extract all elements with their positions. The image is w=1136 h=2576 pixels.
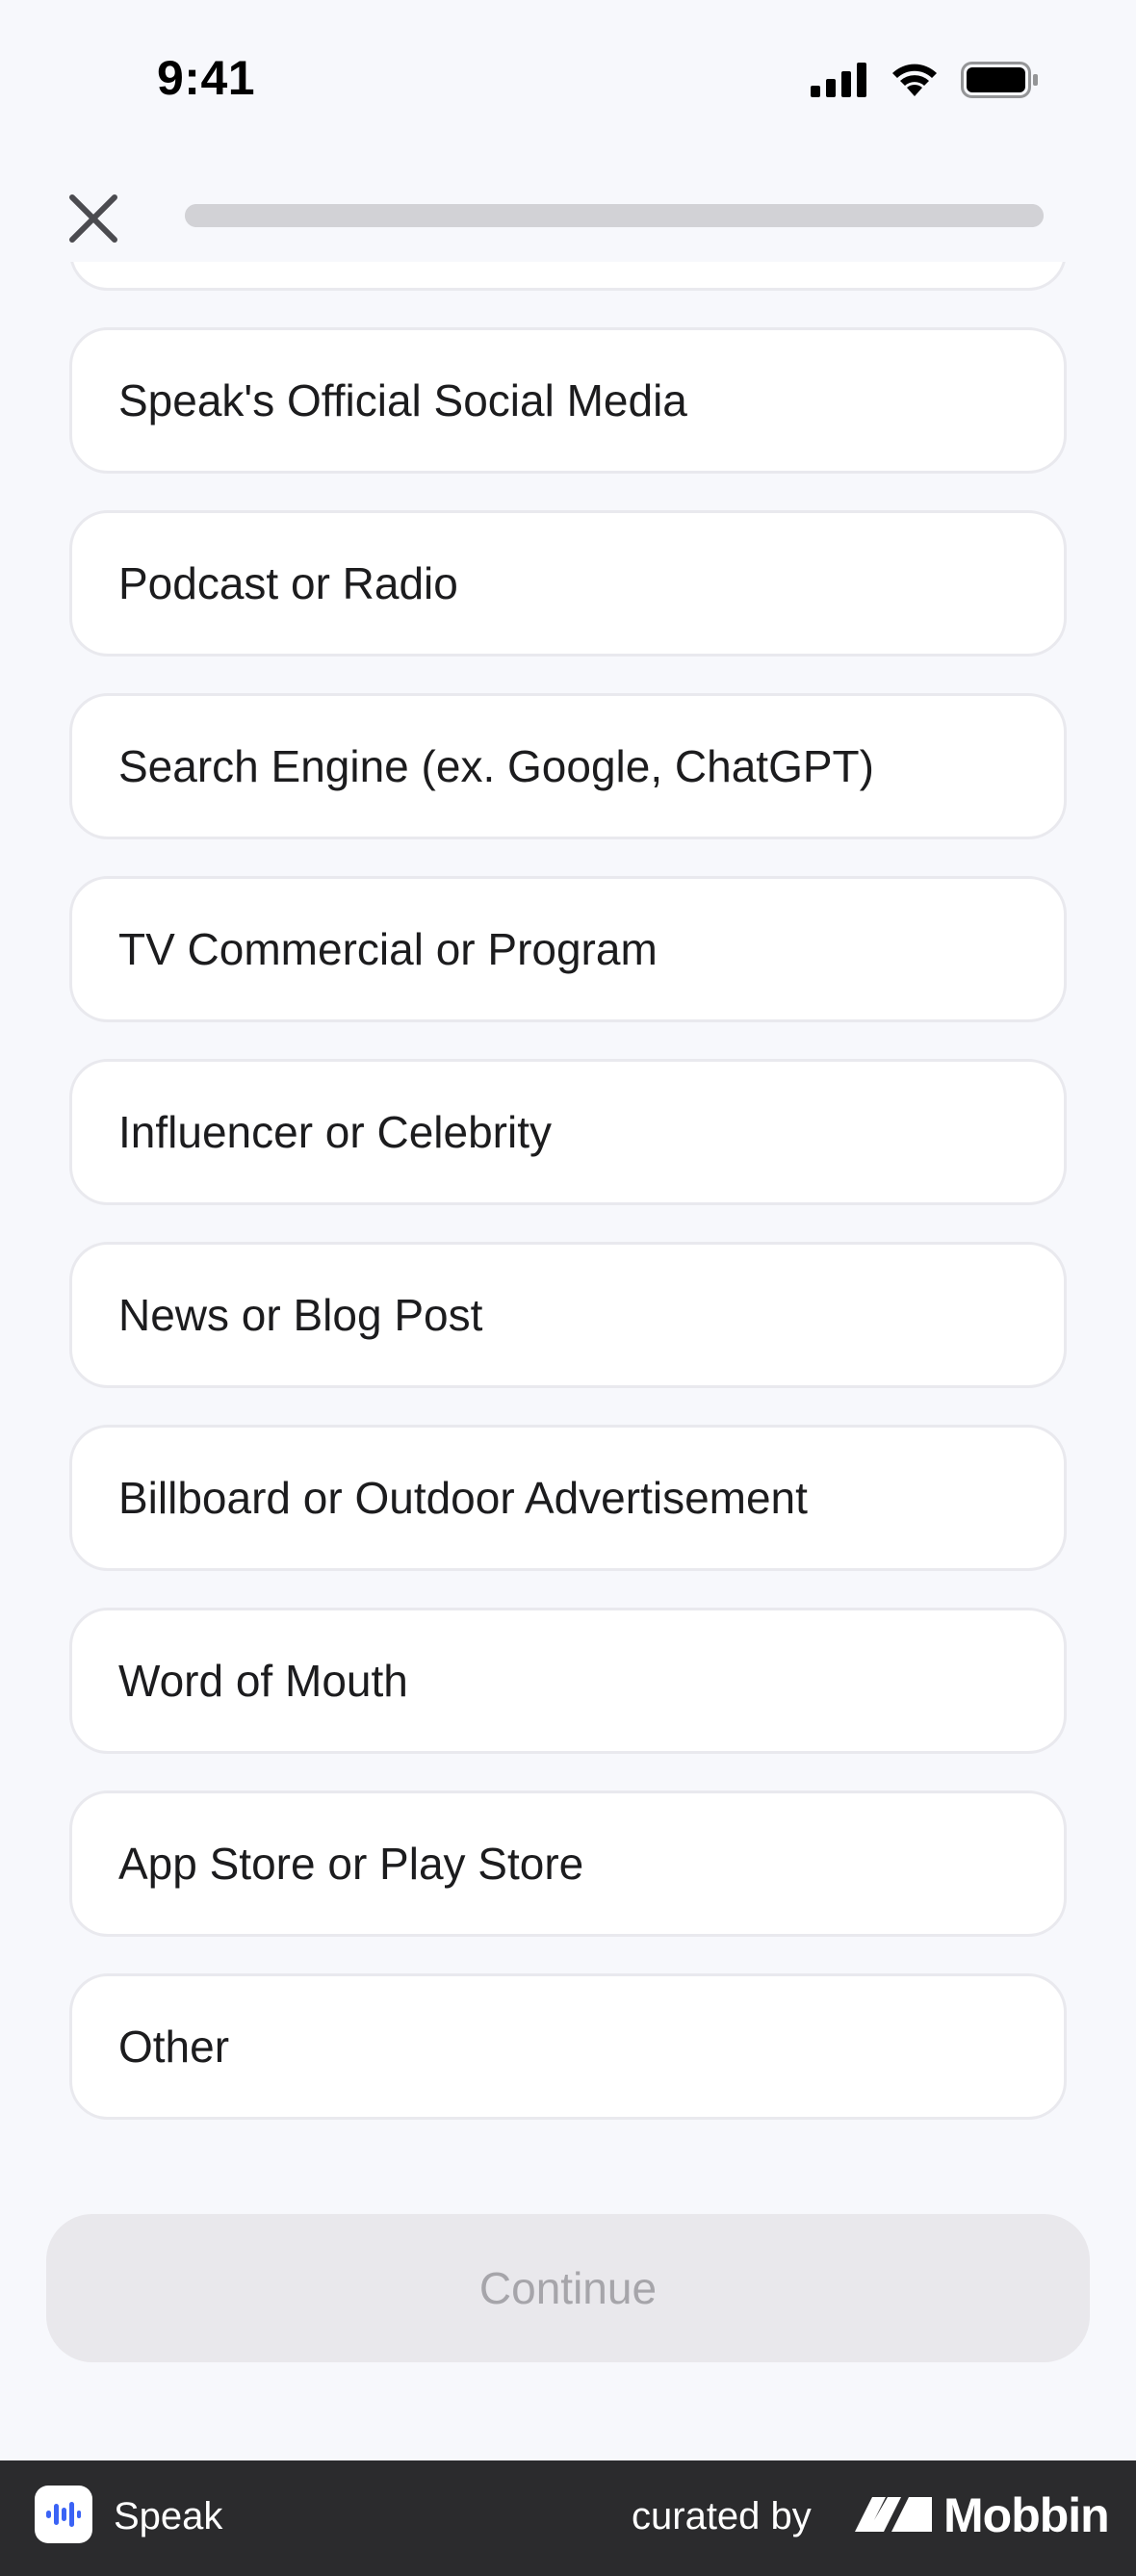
option-item[interactable]: TV Commercial or Program bbox=[69, 876, 1067, 1022]
speak-logo-icon bbox=[35, 2486, 92, 2543]
mobbin-brand: Mobbin bbox=[853, 2487, 1110, 2543]
footer-bar: Speak curated by Mobbin bbox=[0, 2460, 1136, 2576]
footer-brand-name: Mobbin bbox=[943, 2488, 1110, 2542]
progress-bar bbox=[185, 204, 1044, 227]
option-item[interactable]: App Store or Play Store bbox=[69, 1790, 1067, 1937]
option-label: Speak's Official Social Media bbox=[118, 375, 687, 425]
option-item[interactable]: Billboard or Outdoor Advertisement bbox=[69, 1425, 1067, 1571]
status-icons bbox=[811, 62, 1040, 103]
onboarding-screen: 9:41 Speak's Official Social Media Podca… bbox=[0, 0, 1136, 2576]
option-label: Billboard or Outdoor Advertisement bbox=[118, 1473, 808, 1523]
option-label: App Store or Play Store bbox=[118, 1839, 584, 1889]
option-item[interactable]: Search Engine (ex. Google, ChatGPT) bbox=[69, 693, 1067, 839]
option-item[interactable]: Other bbox=[69, 1973, 1067, 2120]
option-item[interactable]: Online Advertisement bbox=[69, 262, 1067, 291]
option-label: Podcast or Radio bbox=[118, 558, 458, 608]
option-item[interactable]: Speak's Official Social Media bbox=[69, 327, 1067, 474]
option-label: Word of Mouth bbox=[118, 1656, 408, 1706]
wifi-icon bbox=[890, 62, 940, 103]
option-item[interactable]: News or Blog Post bbox=[69, 1242, 1067, 1388]
close-button[interactable] bbox=[60, 187, 127, 254]
battery-icon bbox=[961, 62, 1040, 103]
option-item[interactable]: Podcast or Radio bbox=[69, 510, 1067, 657]
cellular-signal-icon bbox=[811, 63, 868, 102]
option-label: Other bbox=[118, 2022, 230, 2072]
option-label: TV Commercial or Program bbox=[118, 924, 658, 974]
footer-app-name: Speak bbox=[114, 2495, 223, 2537]
close-icon bbox=[66, 192, 120, 250]
mobbin-logo-icon bbox=[853, 2493, 934, 2538]
progress-bar-fill bbox=[185, 204, 1044, 227]
options-list[interactable]: Online Advertisement Speak's Official Soc… bbox=[0, 262, 1136, 2187]
option-label: News or Blog Post bbox=[118, 1290, 483, 1340]
option-label: Search Engine (ex. Google, ChatGPT) bbox=[118, 741, 874, 791]
option-item[interactable]: Word of Mouth bbox=[69, 1608, 1067, 1754]
status-time: 9:41 bbox=[157, 51, 256, 105]
continue-button[interactable]: Continue bbox=[46, 2214, 1090, 2362]
footer-curated-by: curated by bbox=[632, 2495, 812, 2537]
option-item[interactable]: Influencer or Celebrity bbox=[69, 1059, 1067, 1205]
option-label: Influencer or Celebrity bbox=[118, 1107, 552, 1157]
